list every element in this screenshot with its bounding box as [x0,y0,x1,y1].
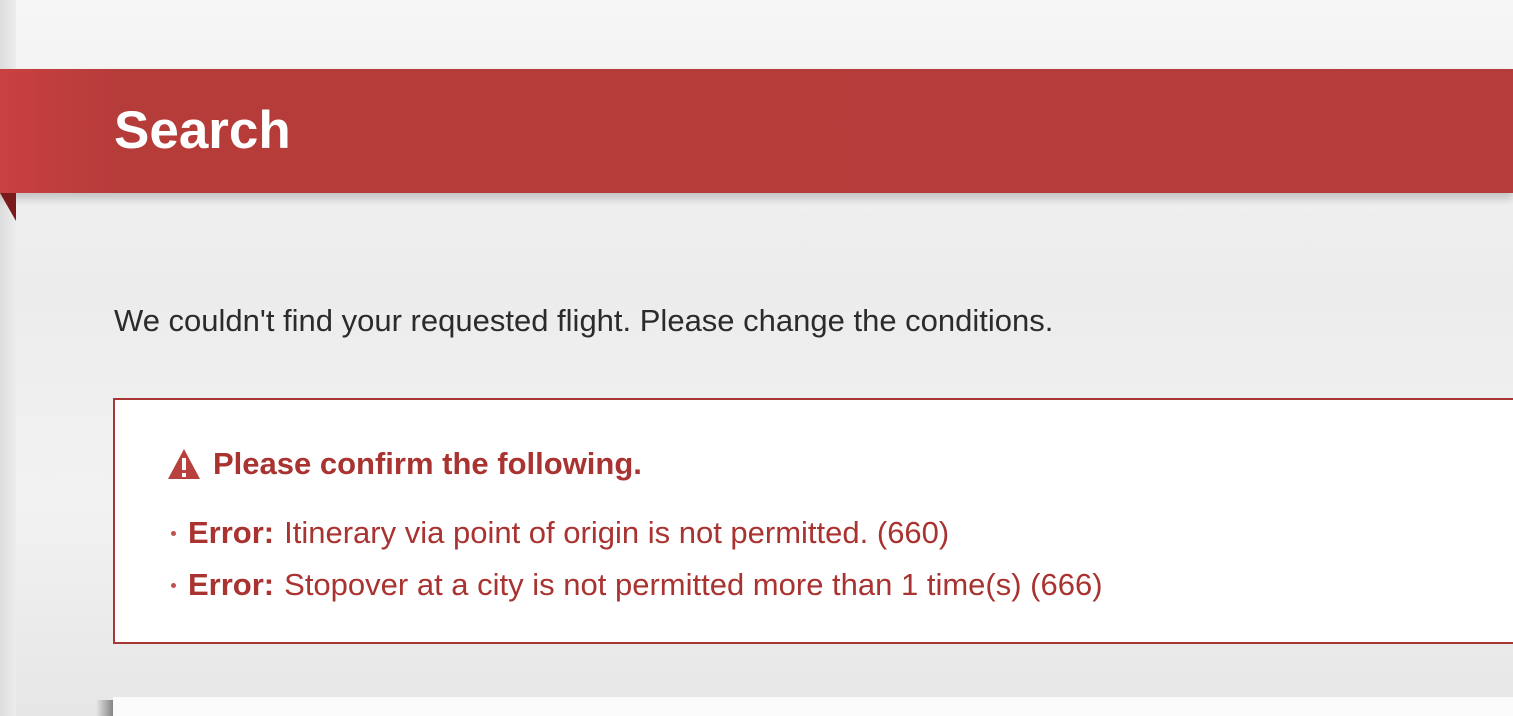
error-item: Error: Stopover at a city is not permitt… [171,559,1103,611]
alert-heading-text: Please confirm the following. [213,446,642,481]
error-label: Error: [188,567,275,602]
panel-shadow [96,700,114,716]
warning-triangle-icon [168,449,200,479]
error-alert-box: Please confirm the following. Error: Iti… [113,398,1513,644]
alert-heading: Please confirm the following. [167,444,642,484]
error-text: Itinerary via point of origin is not per… [284,515,950,550]
error-list: Error: Itinerary via point of origin is … [171,507,1103,611]
banner-ribbon-fold [0,193,16,221]
search-form-panel [113,697,1513,716]
error-label: Error: [188,515,275,550]
bullet-icon [171,530,176,536]
bullet-icon [171,582,176,588]
no-flight-message: We couldn't find your requested flight. … [114,303,1054,338]
error-text: Stopover at a city is not permitted more… [284,567,1103,602]
search-banner: Search [0,69,1513,193]
page-title: Search [114,101,291,160]
error-item: Error: Itinerary via point of origin is … [171,507,1103,559]
